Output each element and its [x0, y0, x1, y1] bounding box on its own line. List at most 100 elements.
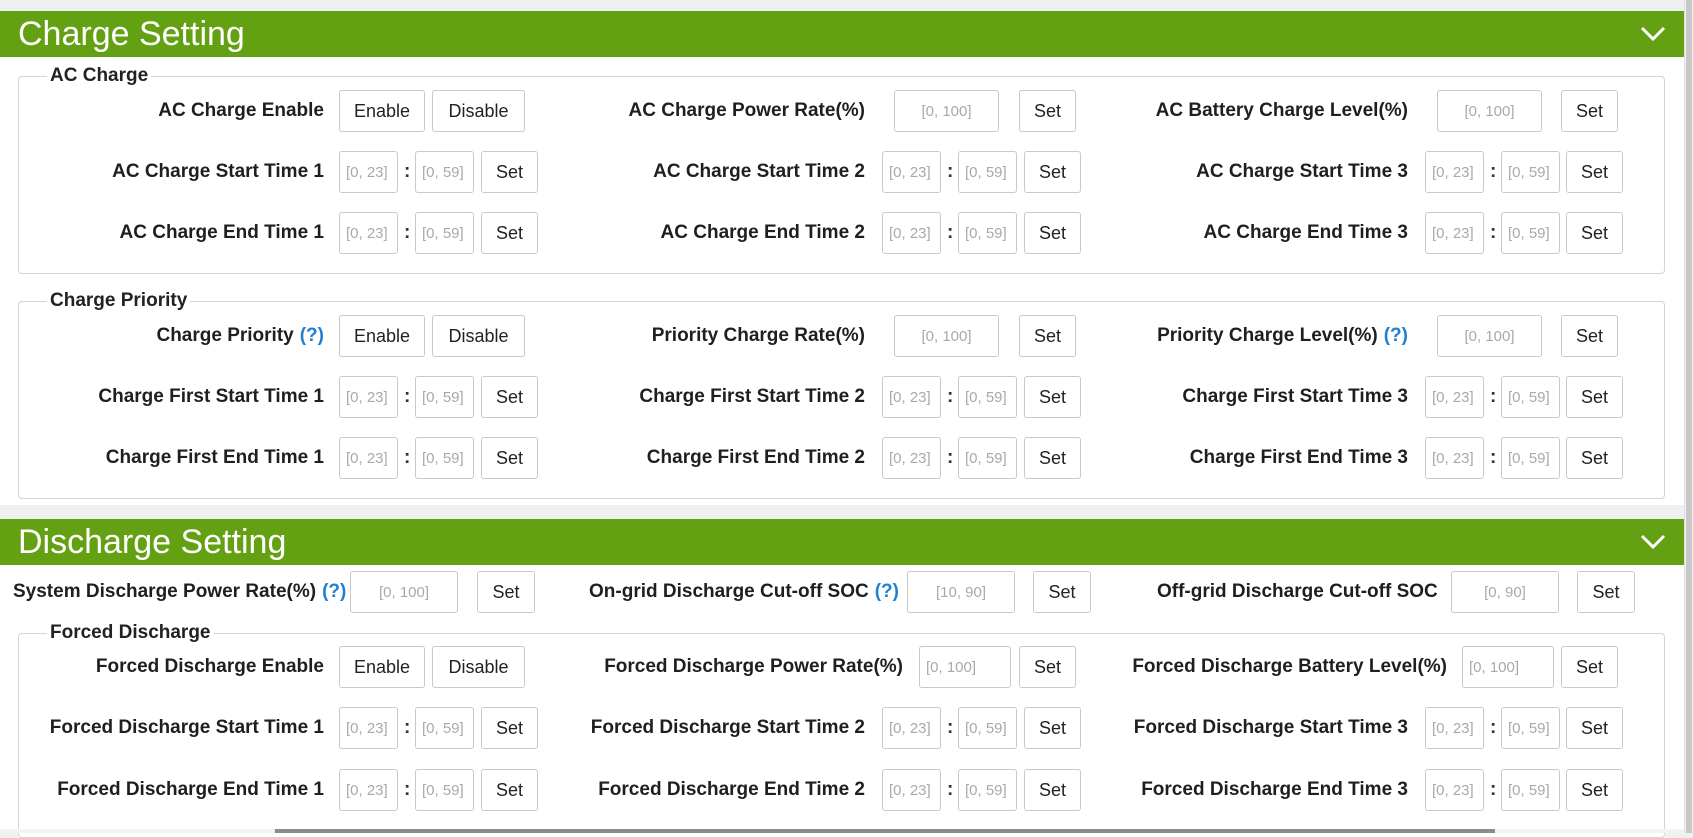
charge-priority-disable-button[interactable]: Disable: [432, 315, 525, 357]
ac-charge-end-time-1-set-button[interactable]: Set: [481, 212, 538, 254]
forced-discharge-start-time-1-label: Forced Discharge Start Time 1: [49, 717, 324, 738]
charge-first-start-time-3-hour[interactable]: [1425, 376, 1484, 418]
ac-charge-end-time-3-hour[interactable]: [1425, 212, 1484, 254]
ac-charge-start-time-1-hour[interactable]: [339, 151, 398, 193]
ac-charge-end-time-2-set-button[interactable]: Set: [1024, 212, 1081, 254]
charge-first-end-time-2-set-button[interactable]: Set: [1024, 437, 1081, 479]
charge-first-start-time-3-set-button[interactable]: Set: [1566, 376, 1623, 418]
ac-battery-charge-level-set-button[interactable]: Set: [1561, 90, 1618, 132]
charge-first-start-time-2-hour[interactable]: [882, 376, 941, 418]
forced-discharge-start-time-2-minute[interactable]: [958, 707, 1017, 749]
charge-first-start-time-1-set-button[interactable]: Set: [481, 376, 538, 418]
ac-charge-end-time-3-minute[interactable]: [1501, 212, 1560, 254]
forced-discharge-end-time-1-hour[interactable]: [339, 769, 398, 811]
forced-discharge-disable-button[interactable]: Disable: [432, 646, 525, 688]
forced-discharge-end-time-2-set-button[interactable]: Set: [1024, 769, 1081, 811]
ac-charge-start-time-3-hour[interactable]: [1425, 151, 1484, 193]
system-discharge-power-rate-set-button[interactable]: Set: [477, 571, 535, 613]
chevron-down-icon[interactable]: [1640, 533, 1666, 551]
charge-first-end-time-3-minute[interactable]: [1501, 437, 1560, 479]
charge-first-end-time-2-hour[interactable]: [882, 437, 941, 479]
ac-charge-start-time-2-set-button[interactable]: Set: [1024, 151, 1081, 193]
forced-discharge-start-time-1-set-button[interactable]: Set: [481, 707, 538, 749]
on-grid-discharge-cutoff-soc-input[interactable]: [907, 571, 1015, 613]
vertical-scrollbar[interactable]: [1684, 0, 1693, 833]
charge-first-end-time-1-hour[interactable]: [339, 437, 398, 479]
forced-discharge-end-time-2-hour[interactable]: [882, 769, 941, 811]
forced-discharge-end-time-3-minute[interactable]: [1501, 769, 1560, 811]
charge-first-start-time-1-hour[interactable]: [339, 376, 398, 418]
ac-charge-start-time-1-set-button[interactable]: Set: [481, 151, 538, 193]
forced-discharge-battery-level-input[interactable]: [1462, 646, 1554, 688]
ac-charge-start-time-3-minute[interactable]: [1501, 151, 1560, 193]
charge-first-end-time-1-minute[interactable]: [415, 437, 474, 479]
forced-discharge-enable-button[interactable]: Enable: [339, 646, 425, 688]
charge-first-start-time-3-minute[interactable]: [1501, 376, 1560, 418]
forced-discharge-end-time-3-hour[interactable]: [1425, 769, 1484, 811]
forced-discharge-power-rate-label: Forced Discharge Power Rate(%): [604, 656, 903, 677]
charge-first-start-time-2-set-button[interactable]: Set: [1024, 376, 1081, 418]
system-discharge-power-rate-label-text: System Discharge Power Rate(%): [13, 581, 317, 602]
charge-first-end-time-3-hour[interactable]: [1425, 437, 1484, 479]
ac-battery-charge-level-input[interactable]: [1437, 90, 1542, 132]
ac-charge-enable-button[interactable]: Enable: [339, 90, 425, 132]
off-grid-discharge-cutoff-soc-input[interactable]: [1451, 571, 1559, 613]
ac-charge-disable-button[interactable]: Disable: [432, 90, 525, 132]
forced-discharge-end-time-1-minute[interactable]: [415, 769, 474, 811]
chevron-down-icon[interactable]: [1640, 25, 1666, 43]
forced-discharge-power-rate-input[interactable]: [919, 646, 1011, 688]
system-discharge-power-rate-input[interactable]: [350, 571, 458, 613]
forced-discharge-start-time-1-minute[interactable]: [415, 707, 474, 749]
horizontal-scrollbar[interactable]: [0, 829, 1684, 833]
charge-priority-enable-button[interactable]: Enable: [339, 315, 425, 357]
help-icon[interactable]: (?): [1384, 325, 1408, 346]
vertical-scrollbar-thumb[interactable]: [1686, 0, 1692, 833]
ac-charge-start-time-2-hour[interactable]: [882, 151, 941, 193]
ac-charge-start-time-1-minute[interactable]: [415, 151, 474, 193]
priority-charge-level-input[interactable]: [1437, 315, 1542, 357]
ac-charge-power-rate-input[interactable]: [894, 90, 999, 132]
ac-charge-end-time-1-minute[interactable]: [415, 212, 474, 254]
charge-first-start-time-2-minute[interactable]: [958, 376, 1017, 418]
forced-discharge-end-time-2-minute[interactable]: [958, 769, 1017, 811]
help-icon[interactable]: (?): [875, 581, 899, 602]
forced-discharge-start-time-2-hour[interactable]: [882, 707, 941, 749]
ac-charge-end-time-2-minute[interactable]: [958, 212, 1017, 254]
charge-first-end-time-2-minute[interactable]: [958, 437, 1017, 479]
ac-charge-start-time-2-minute[interactable]: [958, 151, 1017, 193]
priority-charge-level-set-button[interactable]: Set: [1561, 315, 1618, 357]
ac-charge-end-time-3-set-button[interactable]: Set: [1566, 212, 1623, 254]
help-icon[interactable]: (?): [300, 325, 324, 346]
forced-discharge-end-time-3-set-button[interactable]: Set: [1566, 769, 1623, 811]
ac-charge-start-time-3-set-button[interactable]: Set: [1566, 151, 1623, 193]
charge-first-start-time-1-minute[interactable]: [415, 376, 474, 418]
on-grid-discharge-cutoff-soc-set-button[interactable]: Set: [1033, 571, 1091, 613]
priority-charge-rate-label: Priority Charge Rate(%): [651, 325, 865, 346]
priority-charge-rate-input[interactable]: [894, 315, 999, 357]
charge-setting-header[interactable]: Charge Setting: [0, 11, 1684, 57]
time-colon: :: [947, 386, 954, 407]
off-grid-discharge-cutoff-soc-set-button[interactable]: Set: [1577, 571, 1635, 613]
forced-discharge-start-time-3-minute[interactable]: [1501, 707, 1560, 749]
forced-discharge-battery-level-set-button[interactable]: Set: [1561, 646, 1618, 688]
help-icon[interactable]: (?): [322, 581, 346, 602]
charge-first-end-time-3-set-button[interactable]: Set: [1566, 437, 1623, 479]
horizontal-scrollbar-thumb[interactable]: [275, 829, 1495, 833]
forced-discharge-start-time-1-hour[interactable]: [339, 707, 398, 749]
ac-charge-power-rate-set-button[interactable]: Set: [1019, 90, 1076, 132]
ac-charge-end-time-2-hour[interactable]: [882, 212, 941, 254]
forced-discharge-enable-label: Forced Discharge Enable: [95, 656, 324, 677]
forced-discharge-start-time-2-set-button[interactable]: Set: [1024, 707, 1081, 749]
charge-priority-legend: Charge Priority: [47, 289, 191, 313]
system-discharge-power-rate-label: System Discharge Power Rate(%) (?): [13, 570, 346, 614]
forced-discharge-end-time-1-label: Forced Discharge End Time 1: [57, 779, 324, 800]
priority-charge-rate-set-button[interactable]: Set: [1019, 315, 1076, 357]
forced-discharge-end-time-3-label: Forced Discharge End Time 3: [1141, 779, 1408, 800]
forced-discharge-start-time-3-set-button[interactable]: Set: [1566, 707, 1623, 749]
forced-discharge-end-time-1-set-button[interactable]: Set: [481, 769, 538, 811]
charge-first-end-time-1-set-button[interactable]: Set: [481, 437, 538, 479]
discharge-setting-header[interactable]: Discharge Setting: [0, 519, 1684, 565]
forced-discharge-power-rate-set-button[interactable]: Set: [1019, 646, 1076, 688]
forced-discharge-start-time-3-hour[interactable]: [1425, 707, 1484, 749]
ac-charge-end-time-1-hour[interactable]: [339, 212, 398, 254]
